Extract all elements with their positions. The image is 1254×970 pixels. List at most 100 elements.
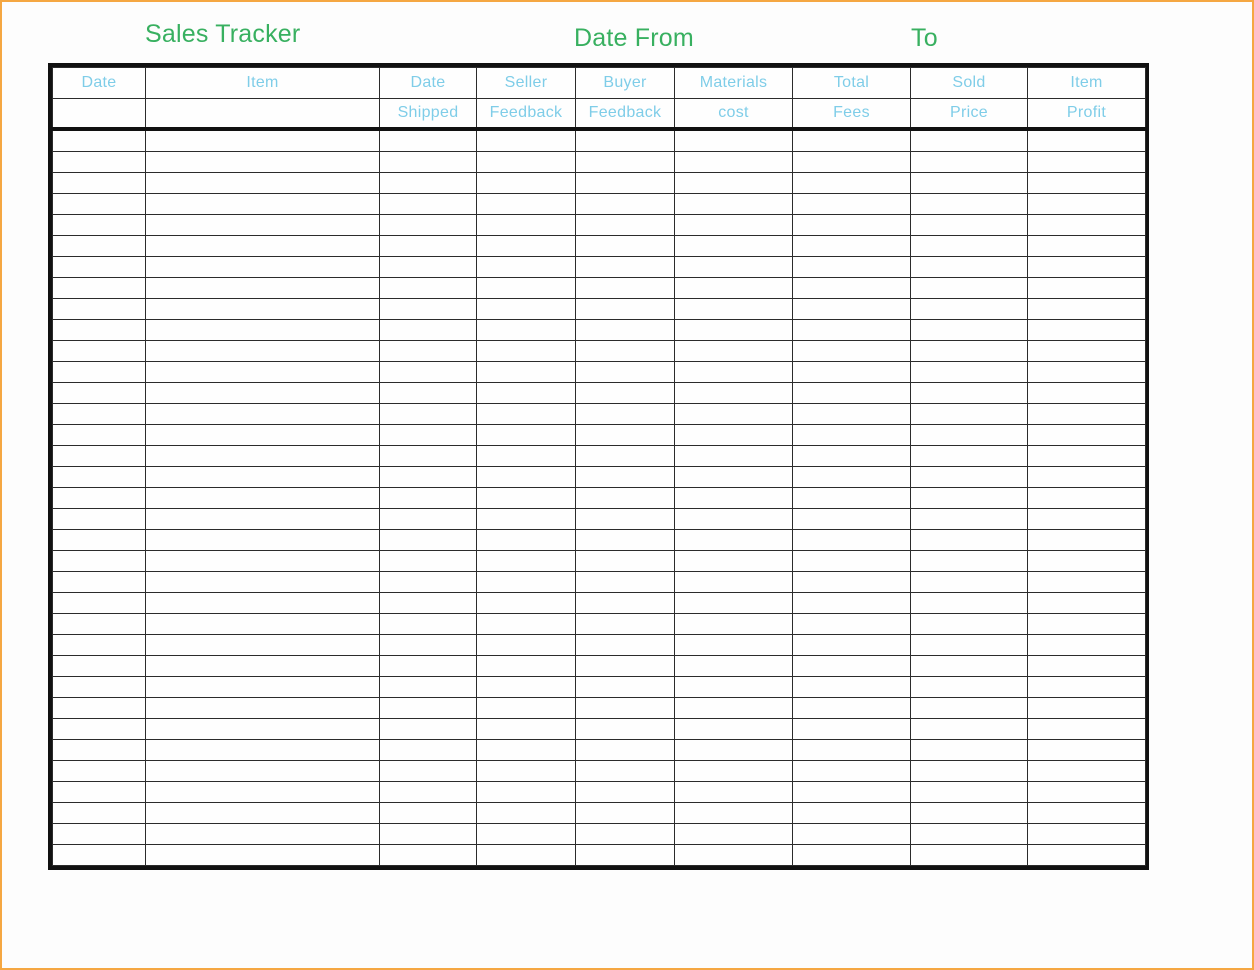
table-cell[interactable] xyxy=(379,214,477,236)
table-cell[interactable] xyxy=(1027,319,1146,341)
table-cell[interactable] xyxy=(575,214,675,236)
table-row[interactable] xyxy=(52,466,1146,488)
table-cell[interactable] xyxy=(379,403,477,425)
table-cell[interactable] xyxy=(1027,487,1146,509)
table-row[interactable] xyxy=(52,844,1146,866)
table-cell[interactable] xyxy=(910,718,1028,740)
table-cell[interactable] xyxy=(52,298,146,320)
table-cell[interactable] xyxy=(145,445,380,467)
table-row[interactable] xyxy=(52,571,1146,593)
table-cell[interactable] xyxy=(1027,781,1146,803)
table-cell[interactable] xyxy=(145,403,380,425)
table-cell[interactable] xyxy=(910,128,1028,152)
table-cell[interactable] xyxy=(379,508,477,530)
table-cell[interactable] xyxy=(145,802,380,824)
table-cell[interactable] xyxy=(575,172,675,194)
table-cell[interactable] xyxy=(575,676,675,698)
table-cell[interactable] xyxy=(52,319,146,341)
table-cell[interactable] xyxy=(910,697,1028,719)
table-cell[interactable] xyxy=(145,235,380,257)
table-cell[interactable] xyxy=(52,487,146,509)
table-cell[interactable] xyxy=(792,592,911,614)
table-cell[interactable] xyxy=(52,802,146,824)
table-cell[interactable] xyxy=(910,550,1028,572)
table-cell[interactable] xyxy=(1027,256,1146,278)
table-cell[interactable] xyxy=(476,382,576,404)
table-cell[interactable] xyxy=(476,193,576,215)
table-cell[interactable] xyxy=(145,214,380,236)
table-cell[interactable] xyxy=(792,655,911,677)
table-cell[interactable] xyxy=(674,151,793,173)
table-row[interactable] xyxy=(52,256,1146,278)
table-cell[interactable] xyxy=(674,256,793,278)
table-cell[interactable] xyxy=(575,151,675,173)
table-cell[interactable] xyxy=(145,151,380,173)
table-cell[interactable] xyxy=(145,193,380,215)
table-cell[interactable] xyxy=(52,382,146,404)
table-cell[interactable] xyxy=(52,172,146,194)
table-cell[interactable] xyxy=(575,193,675,215)
table-cell[interactable] xyxy=(910,466,1028,488)
table-cell[interactable] xyxy=(910,151,1028,173)
table-cell[interactable] xyxy=(575,466,675,488)
table-cell[interactable] xyxy=(910,823,1028,845)
table-cell[interactable] xyxy=(674,382,793,404)
table-cell[interactable] xyxy=(476,613,576,635)
table-cell[interactable] xyxy=(910,319,1028,341)
table-cell[interactable] xyxy=(476,739,576,761)
table-cell[interactable] xyxy=(792,214,911,236)
table-cell[interactable] xyxy=(145,739,380,761)
table-cell[interactable] xyxy=(792,382,911,404)
table-row[interactable] xyxy=(52,802,1146,824)
table-cell[interactable] xyxy=(792,445,911,467)
table-cell[interactable] xyxy=(910,739,1028,761)
table-cell[interactable] xyxy=(1027,172,1146,194)
table-cell[interactable] xyxy=(1027,718,1146,740)
table-cell[interactable] xyxy=(379,424,477,446)
table-cell[interactable] xyxy=(145,256,380,278)
table-cell[interactable] xyxy=(1027,508,1146,530)
table-cell[interactable] xyxy=(910,172,1028,194)
table-cell[interactable] xyxy=(792,697,911,719)
table-cell[interactable] xyxy=(575,361,675,383)
table-row[interactable] xyxy=(52,214,1146,236)
table-cell[interactable] xyxy=(379,277,477,299)
table-cell[interactable] xyxy=(674,214,793,236)
table-cell[interactable] xyxy=(52,340,146,362)
table-cell[interactable] xyxy=(52,466,146,488)
table-cell[interactable] xyxy=(1027,571,1146,593)
table-cell[interactable] xyxy=(1027,697,1146,719)
table-cell[interactable] xyxy=(575,424,675,446)
table-cell[interactable] xyxy=(792,235,911,257)
table-cell[interactable] xyxy=(575,487,675,509)
table-cell[interactable] xyxy=(52,718,146,740)
table-cell[interactable] xyxy=(145,655,380,677)
table-cell[interactable] xyxy=(910,277,1028,299)
table-cell[interactable] xyxy=(792,508,911,530)
table-cell[interactable] xyxy=(379,319,477,341)
table-cell[interactable] xyxy=(145,592,380,614)
table-row[interactable] xyxy=(52,739,1146,761)
table-cell[interactable] xyxy=(1027,403,1146,425)
table-cell[interactable] xyxy=(379,823,477,845)
table-cell[interactable] xyxy=(792,193,911,215)
table-row[interactable] xyxy=(52,298,1146,320)
table-row[interactable] xyxy=(52,424,1146,446)
table-cell[interactable] xyxy=(476,445,576,467)
table-cell[interactable] xyxy=(910,508,1028,530)
table-cell[interactable] xyxy=(1027,550,1146,572)
table-cell[interactable] xyxy=(1027,823,1146,845)
table-cell[interactable] xyxy=(145,298,380,320)
table-cell[interactable] xyxy=(476,151,576,173)
table-cell[interactable] xyxy=(674,529,793,551)
table-cell[interactable] xyxy=(910,214,1028,236)
table-cell[interactable] xyxy=(52,655,146,677)
table-cell[interactable] xyxy=(1027,214,1146,236)
table-cell[interactable] xyxy=(52,676,146,698)
table-cell[interactable] xyxy=(910,298,1028,320)
table-cell[interactable] xyxy=(476,676,576,698)
table-cell[interactable] xyxy=(476,172,576,194)
table-row[interactable] xyxy=(52,403,1146,425)
table-cell[interactable] xyxy=(575,718,675,740)
table-cell[interactable] xyxy=(575,128,675,152)
